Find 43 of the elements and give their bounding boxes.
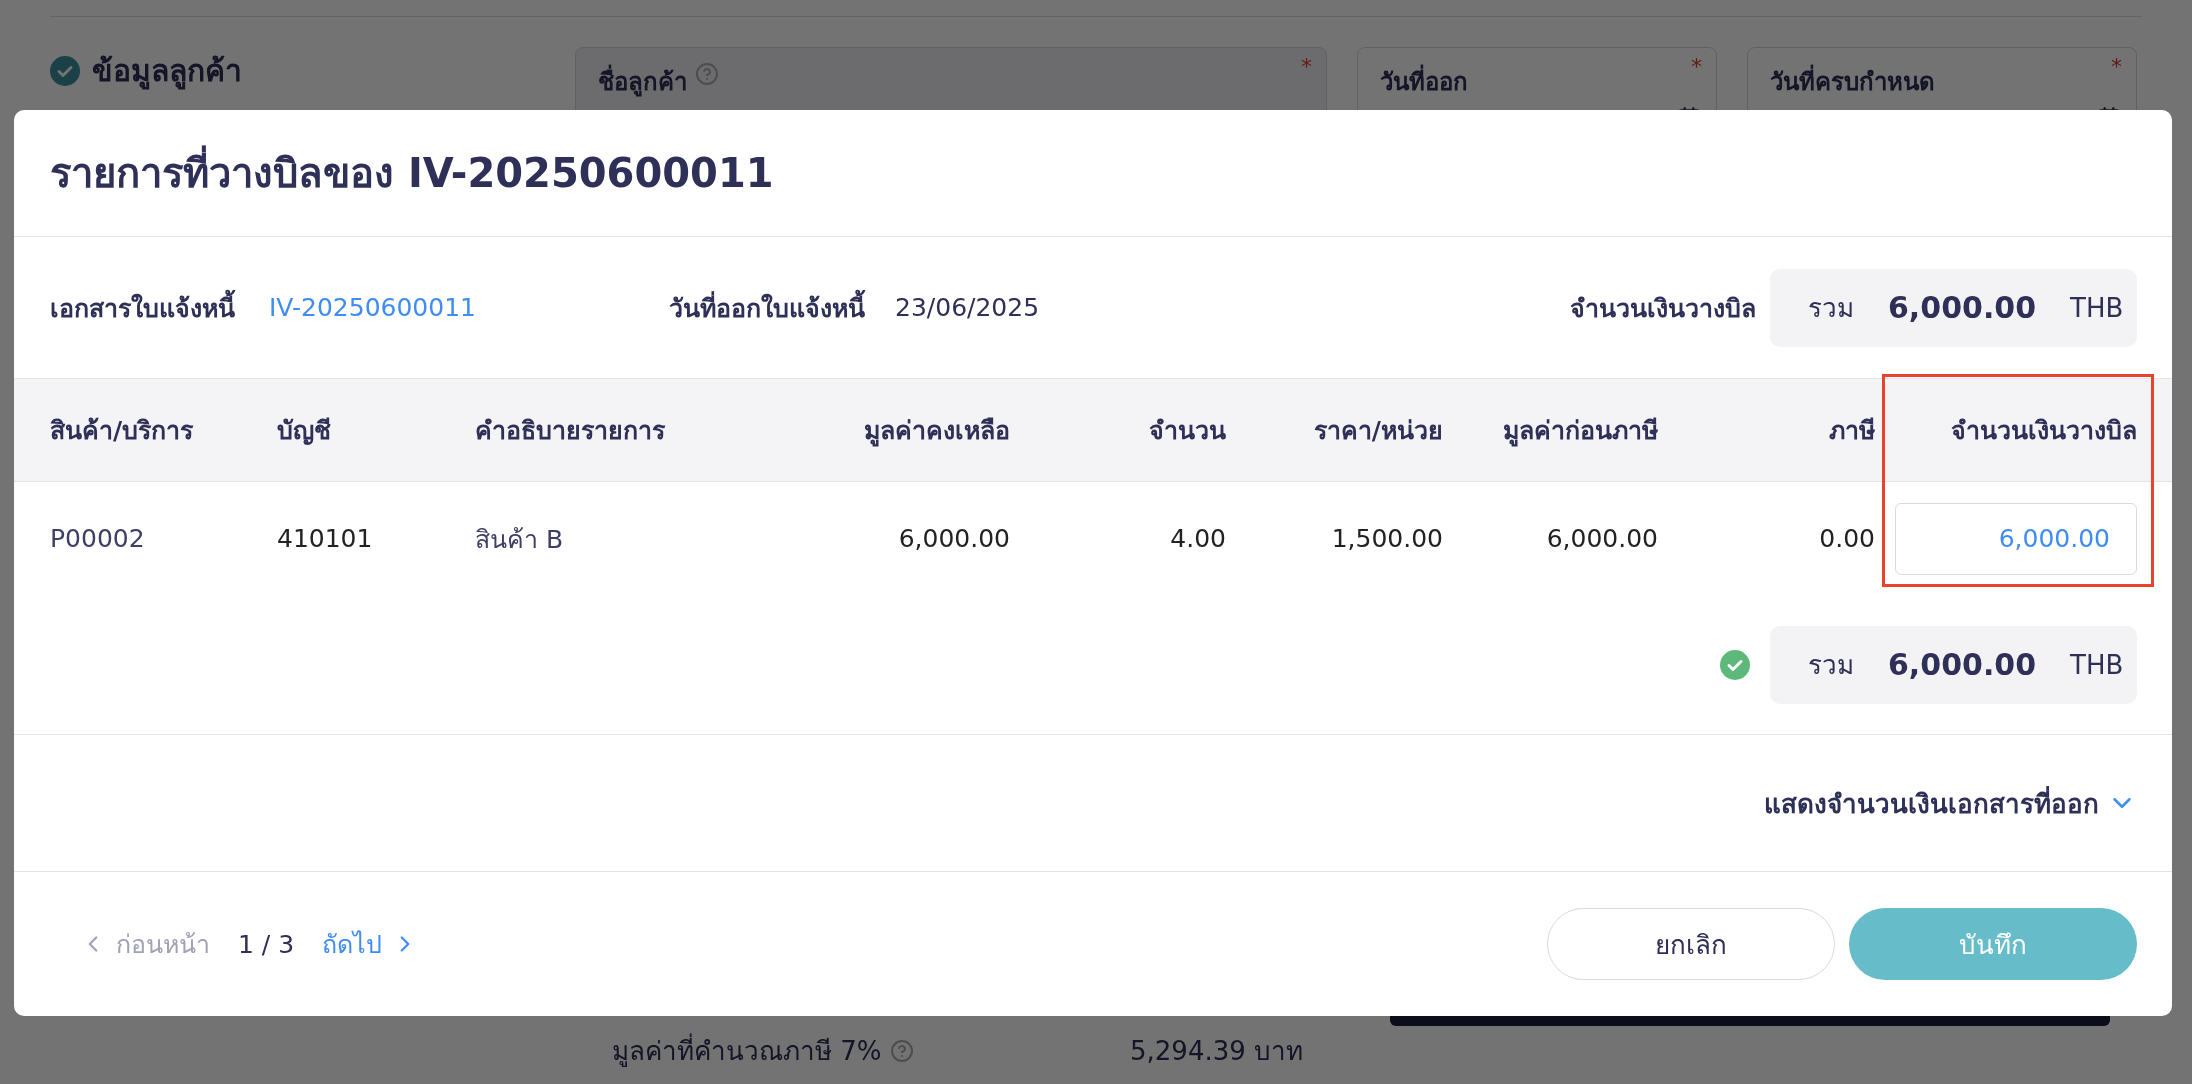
next-button[interactable]: ถัดไป (322, 924, 419, 964)
table-cell-text: 6,000.00 (897, 524, 1010, 553)
column-header: สินค้า/บริการ (50, 415, 195, 447)
table-cell-text: 0.00 (1818, 524, 1875, 553)
column-header: มูลค่าก่อนภาษี (1502, 415, 1658, 449)
info-label: เอกสารใบแจ้งหนี้ (50, 287, 235, 328)
cancel-button[interactable]: ยกเลิก (1547, 908, 1835, 980)
currency-label: THB (2070, 649, 2124, 680)
table-cell-text: 1,500.00 (1330, 524, 1443, 553)
summary-value: 5,294.39 บาท (1130, 1035, 1304, 1068)
required-mark: * (1301, 54, 1312, 79)
currency-label: THB (2070, 292, 2124, 323)
field-label: วันที่ออก (1380, 62, 1468, 101)
field-label: ชื่อลูกค้า (598, 62, 687, 101)
show-amounts-toggle[interactable]: แสดงจำนวนเงินเอกสารที่ออก (1764, 782, 2137, 824)
column-header: จำนวน (1148, 415, 1226, 447)
info-label: วันที่ออกใบแจ้งหนี้ (669, 287, 865, 328)
field-label: วันที่ครบกำหนด (1770, 62, 1935, 101)
info-label: จำนวนเงินวางบิล (1570, 292, 1756, 325)
document-link[interactable]: IV-20250600011 (269, 293, 669, 322)
table-cell-text: 6,000.00 (1545, 524, 1658, 553)
table-cell-text: สินค้า B (475, 523, 565, 556)
required-mark: * (1691, 54, 1702, 79)
column-header: ภาษี (1828, 415, 1875, 447)
column-header: ราคา/หน่วย (1312, 415, 1443, 447)
total-amount: 6,000.00 (1888, 290, 2037, 325)
column-header: บัญชี (277, 415, 332, 447)
total-amount: 6,000.00 (1888, 647, 2037, 682)
save-button[interactable]: บันทึก (1849, 908, 2137, 980)
page-indicator: 1 / 3 (238, 929, 295, 959)
table-cell-text: P00002 (50, 524, 146, 553)
info-value: 23/06/2025 (895, 293, 1040, 322)
section-title: ข้อมูลลูกค้า (92, 52, 242, 92)
column-header: คำอธิบายรายการ (475, 415, 666, 447)
summary-label: มูลค่าที่คำนวณภาษี 7% (612, 1030, 882, 1071)
table-cell-text: 4.00 (1169, 524, 1226, 553)
table-cell-text: 410101 (277, 524, 374, 553)
amount-input[interactable]: 6,000.00 (1895, 502, 2137, 575)
column-header: จำนวนเงินวางบิล (1950, 415, 2137, 447)
total-prefix: รวม (1808, 649, 1854, 682)
total-prefix: รวม (1808, 292, 1854, 325)
column-header: มูลค่าคงเหลือ (863, 415, 1010, 449)
required-mark: * (2111, 54, 2122, 79)
